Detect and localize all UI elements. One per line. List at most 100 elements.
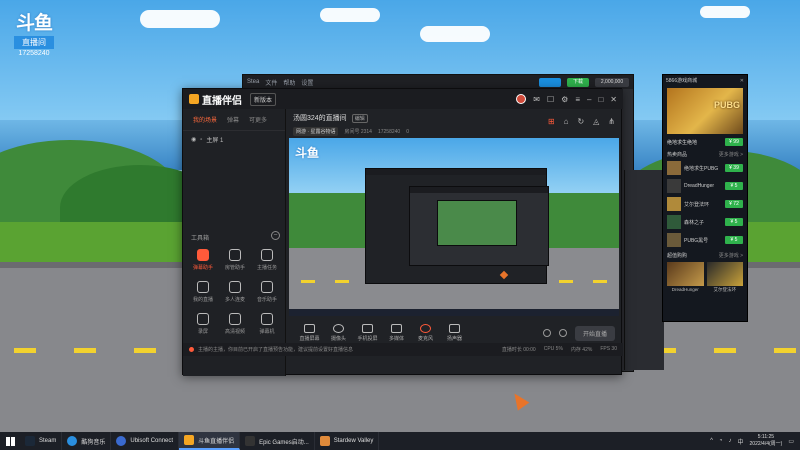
- network-icon[interactable]: ◔: [719, 438, 723, 444]
- game-thumbnail: [667, 215, 681, 229]
- lock-icon[interactable]: ▫: [200, 137, 202, 143]
- room-actions: ⊞ ⌂ ↻ ◬ ⋔: [548, 117, 615, 126]
- control-label: 扬声器: [446, 336, 462, 342]
- tool-danmaku-machine[interactable]: 弹幕机: [251, 313, 283, 335]
- control-label: 麦克风: [417, 336, 433, 342]
- preview-lane: [593, 280, 607, 283]
- blue-button[interactable]: [539, 77, 561, 87]
- app-titlebar[interactable]: 直播伴侣 新版本 ✉ ☐ ⚙ ≡ – □ ✕: [183, 89, 623, 109]
- stream-preview[interactable]: 斗鱼: [289, 138, 619, 316]
- store-item[interactable]: PUBG黑号 ¥ 5: [663, 231, 747, 249]
- game-price[interactable]: ¥ 39: [725, 164, 743, 172]
- taskbar-label: Epic Games启动...: [259, 439, 309, 446]
- tool-label: 弹幕助手: [192, 265, 213, 271]
- featured-banner[interactable]: PUBG: [667, 88, 743, 134]
- version-button[interactable]: 新版本: [250, 92, 277, 106]
- game-name: 艾尔登法环: [684, 201, 710, 208]
- tray-up-icon[interactable]: ^: [710, 438, 713, 444]
- control-speaker[interactable]: 扬声器: [440, 324, 469, 342]
- tool-multi-mic[interactable]: 多人连麦: [219, 281, 251, 303]
- control-microphone[interactable]: 麦克风: [411, 324, 440, 342]
- tool-streamer-task[interactable]: 主播任务: [251, 249, 283, 271]
- start-live-button[interactable]: 开始直播: [574, 325, 615, 341]
- store-item[interactable]: 绝地求生PUBG ¥ 39: [663, 159, 747, 177]
- tool-my-live[interactable]: 我的直播: [187, 281, 219, 303]
- system-tray: ^ ◔ ♪ 中 5:11:25 2022/4/4(周一) ▭: [710, 434, 800, 448]
- featured-row[interactable]: 绝地求生绝地 ¥ 99: [663, 136, 747, 148]
- menu-icon[interactable]: ≡: [575, 95, 580, 104]
- tools-collapse-icon[interactable]: –: [271, 231, 280, 240]
- menu-item[interactable]: 帮助: [283, 78, 295, 87]
- game-price[interactable]: ¥ 5: [725, 218, 743, 226]
- menu-item[interactable]: Stea: [247, 79, 259, 85]
- share-icon[interactable]: ⋔: [608, 117, 615, 126]
- taskbar-item-stardew[interactable]: Stardew Valley: [315, 432, 380, 450]
- store-item[interactable]: 森林之子 ¥ 5: [663, 213, 747, 231]
- lock-icon[interactable]: ⌂: [564, 117, 569, 126]
- close-icon[interactable]: ✕: [740, 78, 744, 84]
- taskbar: Steam 酷狗音乐 Ubisoft Connect 斗鱼直播伴侣 Epic G…: [0, 432, 800, 450]
- edit-room-button[interactable]: 编辑: [351, 113, 368, 123]
- menu-item[interactable]: 文件: [265, 78, 277, 87]
- control-phone-cast[interactable]: 手机投屏: [353, 324, 382, 342]
- clock-icon[interactable]: [558, 329, 567, 337]
- background-window-titlebar[interactable]: Stea 文件 帮助 设置 下载 2,000,000: [243, 75, 633, 89]
- bundle-card[interactable]: 艾尔登法环: [706, 262, 743, 293]
- room-category[interactable]: 网游 · 星露谷物语: [293, 127, 339, 136]
- notification-icon[interactable]: ▭: [788, 438, 794, 445]
- eye-icon[interactable]: ◉: [191, 136, 196, 143]
- skin-icon[interactable]: ☐: [547, 95, 554, 104]
- refresh-icon[interactable]: ↻: [577, 117, 584, 126]
- douyu-icon: [184, 435, 195, 445]
- bundle-more-link[interactable]: 更多游戏 >: [719, 252, 743, 259]
- message-icon[interactable]: ✉: [533, 95, 540, 104]
- game-store-panel[interactable]: 5866游戏商城 ✕ PUBG 绝地求生绝地 ¥ 99 热卖商品 更多游戏 > …: [662, 74, 748, 322]
- tab-scenes[interactable]: 我的场景: [193, 115, 217, 124]
- minimize-icon[interactable]: –: [587, 95, 591, 104]
- ime-icon[interactable]: 中: [738, 437, 744, 446]
- game-price[interactable]: ¥ 72: [725, 200, 743, 208]
- control-camera[interactable]: 摄像头: [324, 324, 353, 342]
- maximize-icon[interactable]: □: [598, 95, 603, 104]
- featured-price[interactable]: ¥ 99: [725, 138, 743, 146]
- tab-danmaku[interactable]: 弹幕: [227, 115, 239, 124]
- record-icon[interactable]: [542, 329, 551, 337]
- tool-danmaku-helper[interactable]: 弹幕助手: [187, 249, 219, 271]
- stat-fps: FPS 30: [600, 346, 617, 352]
- control-screen[interactable]: 直播屏幕: [295, 324, 324, 342]
- close-icon[interactable]: ✕: [610, 95, 617, 104]
- settings-icon[interactable]: ⚙: [561, 95, 568, 104]
- volume-icon[interactable]: ♪: [729, 438, 732, 444]
- tool-record[interactable]: 录屏: [187, 313, 219, 335]
- game-price[interactable]: ¥ 5: [725, 182, 743, 190]
- menu-item[interactable]: 设置: [301, 78, 313, 87]
- bell-icon[interactable]: ◬: [593, 117, 599, 126]
- bundle-name: DreadHunger: [671, 287, 699, 292]
- gift-icon[interactable]: ⊞: [548, 117, 555, 126]
- store-item[interactable]: 艾尔登法环 ¥ 72: [663, 195, 747, 213]
- taskbar-item-steam[interactable]: Steam: [20, 432, 63, 450]
- taskbar-item-epic[interactable]: Epic Games启动...: [240, 432, 315, 450]
- tab-more[interactable]: 可更多: [249, 115, 267, 124]
- streaming-app-window[interactable]: 直播伴侣 新版本 ✉ ☐ ⚙ ≡ – □ ✕ 我的场景 弹幕 可更多 ◉ ▫ 主…: [182, 88, 623, 376]
- taskbar-item-douyu[interactable]: 斗鱼直播伴侣: [179, 432, 241, 450]
- status-notice: 主播的主播，你目前已开启了直播预告功能，建议提前设置好直播信息: [198, 347, 354, 353]
- hot-more-link[interactable]: 更多游戏 >: [719, 151, 743, 158]
- bundle-card[interactable]: DreadHunger: [667, 262, 704, 293]
- wallet-button[interactable]: 2,000,000: [595, 77, 629, 87]
- tool-music[interactable]: 音乐助手: [251, 281, 283, 303]
- tool-room-admin[interactable]: 房管助手: [219, 249, 251, 271]
- control-media[interactable]: 多媒体: [382, 324, 411, 342]
- clock[interactable]: 5:11:25 2022/4/4(周一): [750, 434, 783, 448]
- user-avatar[interactable]: [516, 94, 527, 104]
- control-right-group: 开始直播: [542, 325, 615, 341]
- taskbar-item-ubisoft[interactable]: Ubisoft Connect: [111, 432, 180, 450]
- taskbar-item-kugou[interactable]: 酷狗音乐: [62, 432, 112, 450]
- app-logo: 直播伴侣: [189, 92, 242, 107]
- store-item[interactable]: DreadHunger ¥ 5: [663, 177, 747, 195]
- start-button[interactable]: [0, 432, 20, 450]
- tool-hd-video[interactable]: 高清视频: [219, 313, 251, 335]
- green-button[interactable]: 下载: [567, 77, 589, 87]
- game-price[interactable]: ¥ 5: [725, 236, 743, 244]
- scene-item[interactable]: ◉ ▫ 主屏 1: [183, 131, 285, 148]
